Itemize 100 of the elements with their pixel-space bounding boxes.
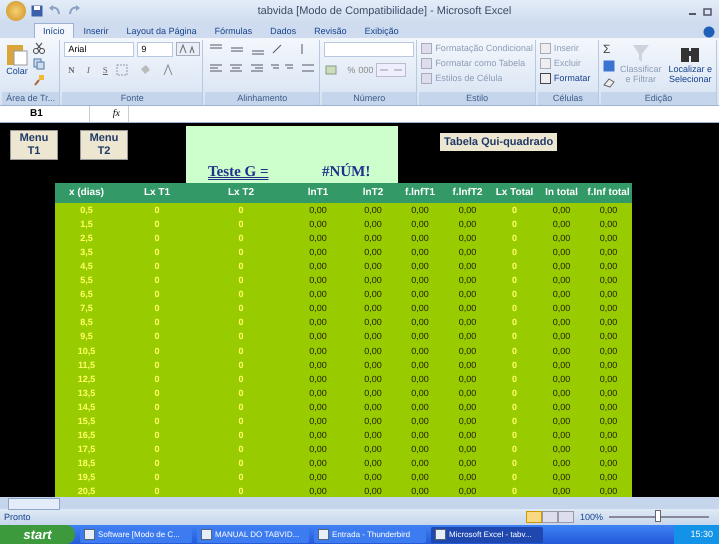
number-format-field[interactable] bbox=[324, 42, 414, 57]
find-select-button[interactable]: Localizar e Selecionar bbox=[666, 42, 714, 90]
start-button[interactable]: start bbox=[0, 525, 75, 544]
function-button[interactable]: fx bbox=[90, 106, 128, 122]
ribbon-tab[interactable]: Exibição bbox=[356, 24, 407, 38]
ribbon-tab[interactable]: Revisão bbox=[306, 24, 355, 38]
table-cell-text: 0,00 bbox=[458, 218, 478, 231]
table-cell-text: 0,00 bbox=[308, 204, 328, 217]
help-icon[interactable] bbox=[703, 26, 715, 38]
cells-menu-button[interactable]: Formatar bbox=[540, 72, 596, 85]
fill-icon[interactable] bbox=[602, 60, 615, 72]
cut-icon[interactable] bbox=[33, 42, 45, 54]
restore-icon[interactable] bbox=[703, 6, 713, 16]
redo-icon[interactable] bbox=[67, 4, 81, 17]
view-buttons-icon[interactable] bbox=[526, 511, 574, 524]
table-cell-text: 0,00 bbox=[552, 218, 572, 231]
copy-icon[interactable] bbox=[33, 58, 45, 70]
table-cell-text: 0,00 bbox=[363, 260, 383, 273]
column-header: f.Inf total bbox=[586, 186, 631, 200]
table-cell-text: 0 bbox=[510, 330, 518, 344]
table-cell-text: 0,00 bbox=[552, 372, 572, 386]
decimals-icon[interactable] bbox=[376, 62, 406, 77]
taskbar-button[interactable]: Software [Modo de C... bbox=[80, 526, 192, 542]
grow-font-icon[interactable] bbox=[176, 42, 200, 56]
table-cell-text: 0 bbox=[153, 485, 160, 498]
table-cell-text: 0 bbox=[510, 429, 518, 442]
save-icon[interactable] bbox=[31, 4, 43, 17]
eraser-icon[interactable] bbox=[602, 76, 615, 88]
table-cell-text: 0,00 bbox=[598, 358, 618, 372]
ribbon-tab[interactable]: Layout da Página bbox=[118, 24, 205, 38]
table-cell-text: 0,00 bbox=[458, 386, 478, 400]
table-cell-text: 0 bbox=[237, 443, 244, 456]
table-cell-text: 18,5 bbox=[76, 457, 96, 470]
table-cell-text: 0,00 bbox=[552, 358, 572, 372]
table-cell-text: 0,00 bbox=[598, 344, 618, 358]
ribbon-tab[interactable]: Inserir bbox=[76, 24, 117, 38]
table-cell-text: 0 bbox=[237, 204, 244, 217]
table-cell-text: 0,00 bbox=[552, 288, 572, 302]
table-cell-text: 0 bbox=[237, 288, 244, 302]
table-cell-text: 0,00 bbox=[552, 443, 572, 456]
clock: 15:30 bbox=[674, 525, 719, 544]
menu-button[interactable]: Menu T1 bbox=[10, 130, 58, 160]
table-cell-text: 0,00 bbox=[308, 415, 328, 428]
column-header: Lx Total bbox=[494, 186, 534, 200]
group-label: Células bbox=[538, 92, 598, 105]
table-cell-text: 0,00 bbox=[308, 386, 328, 400]
table-cell-text: 0 bbox=[510, 316, 518, 330]
table-cell-text: 0,00 bbox=[458, 358, 478, 372]
table-cell-text: 0 bbox=[510, 443, 518, 456]
table-cell-text: 0,00 bbox=[363, 400, 383, 414]
font-name-field[interactable]: Arial bbox=[64, 42, 134, 57]
table-cell-text: 0,00 bbox=[363, 274, 383, 288]
table-cell-text: 0,00 bbox=[598, 457, 618, 470]
table-cell-text: 0,00 bbox=[308, 471, 328, 484]
table-cell-text: 17,5 bbox=[76, 443, 96, 456]
table-cell-text: 0,00 bbox=[410, 302, 430, 316]
ribbon-tab[interactable]: Dados bbox=[262, 24, 304, 38]
horizontal-scrollbar[interactable] bbox=[0, 497, 719, 510]
table-cell-text: 0,00 bbox=[598, 204, 618, 217]
table-cell-text: 0,00 bbox=[598, 302, 618, 316]
table-cell-text: 0,00 bbox=[308, 358, 328, 372]
table-cell-text: 0,00 bbox=[458, 429, 478, 442]
table-cell-text: 0 bbox=[153, 429, 160, 442]
ribbon-tab[interactable]: Início bbox=[34, 22, 74, 38]
table-cell-text: 4,5 bbox=[79, 260, 94, 273]
table-cell-text: 0,00 bbox=[363, 443, 383, 456]
column-header: lnT2 bbox=[362, 186, 384, 200]
table-cell-text: 0 bbox=[237, 246, 244, 259]
column-header: lnT1 bbox=[306, 186, 330, 200]
table-cell-text: 0 bbox=[237, 232, 244, 245]
chi-square-table-button[interactable]: Tabela Qui-quadrado bbox=[440, 132, 558, 151]
paste-button[interactable]: Colar bbox=[4, 42, 30, 90]
table-cell-text: 1,5 bbox=[79, 218, 94, 231]
taskbar-button[interactable]: Microsoft Excel - tabv... bbox=[431, 526, 543, 542]
table-cell-text: 0,00 bbox=[308, 372, 328, 386]
ribbon-tab[interactable]: Fórmulas bbox=[206, 24, 260, 38]
table-cell-text: 0,00 bbox=[598, 400, 618, 414]
taskbar-button[interactable]: Entrada - Thunderbird bbox=[314, 526, 426, 542]
brush-icon[interactable] bbox=[33, 74, 45, 86]
table-cell-text: 0 bbox=[153, 274, 160, 288]
table-cell-text: 0,00 bbox=[308, 260, 328, 273]
undo-icon[interactable] bbox=[48, 4, 62, 17]
menu-button[interactable]: Menu T2 bbox=[80, 130, 128, 160]
cells-icon bbox=[540, 42, 551, 54]
font-size-field[interactable]: 9 bbox=[137, 42, 174, 57]
table-cell-text: 0,00 bbox=[598, 288, 618, 302]
name-box[interactable]: B1 bbox=[0, 106, 90, 122]
table-cell-text: 0,00 bbox=[308, 316, 328, 330]
table-cell-text: 0 bbox=[153, 218, 160, 231]
group-label: Área de Tr... bbox=[2, 92, 60, 105]
table-cell-text: 0 bbox=[237, 415, 244, 428]
table-cell-text: 0,00 bbox=[598, 415, 618, 428]
table-cell-text: 0,00 bbox=[458, 316, 478, 330]
table-cell-text: 0,00 bbox=[308, 232, 328, 245]
table-cell-text: 0,00 bbox=[598, 443, 618, 456]
style-icon bbox=[421, 42, 432, 54]
taskbar-button[interactable]: MANUAL DO TABVID... bbox=[197, 526, 309, 542]
table-cell-text: 0 bbox=[153, 330, 160, 344]
autosum-button[interactable]: Σ bbox=[602, 42, 615, 56]
table-cell-text: 0,00 bbox=[458, 400, 478, 414]
